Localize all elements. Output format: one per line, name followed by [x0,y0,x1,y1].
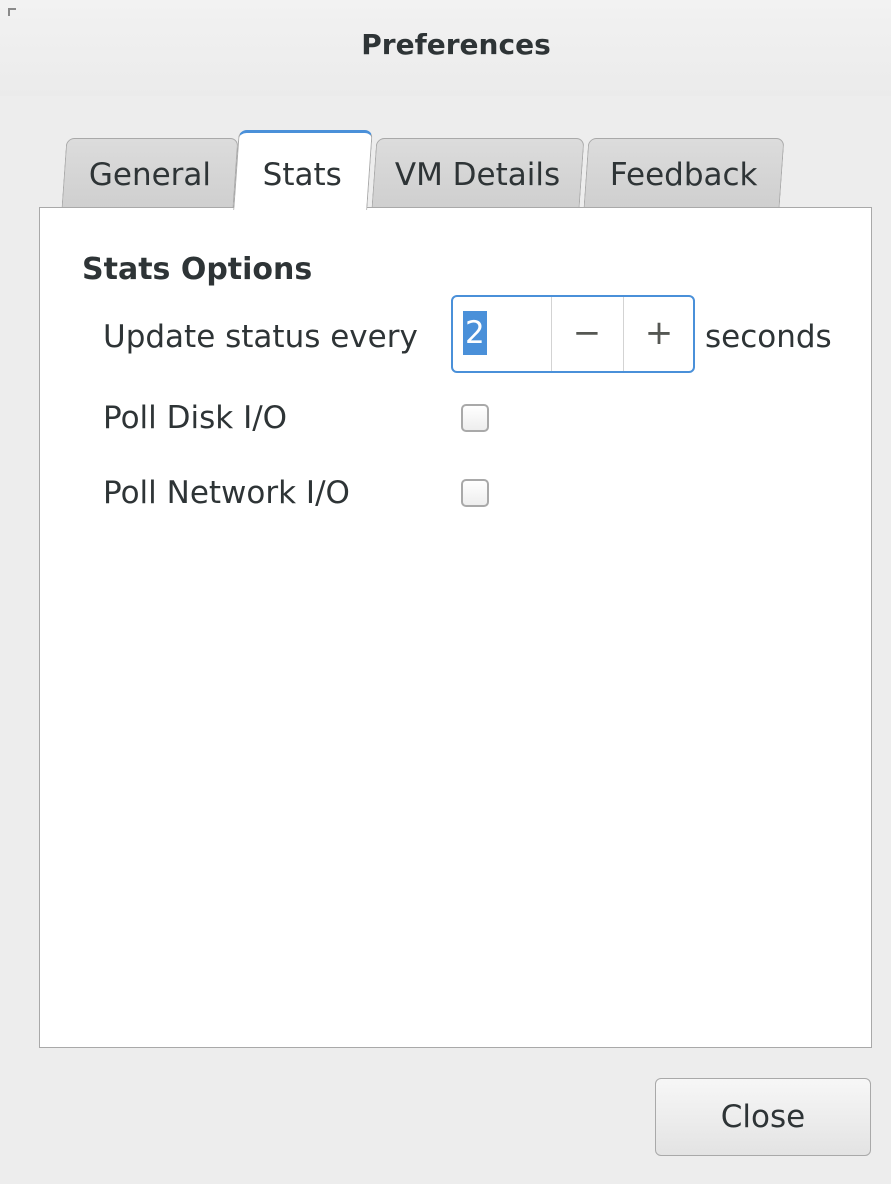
tab-feedback[interactable]: Feedback [583,138,785,208]
update-interval-value[interactable]: 2 [463,311,487,355]
update-interval-spinbutton[interactable]: 2 − + [451,295,695,373]
stats-page: Stats Options Update status every 2 − + … [39,207,872,1048]
dialog-title: Preferences [361,28,551,61]
tab-stats-label: Stats [263,157,343,193]
poll-network-label: Poll Network I/O [103,475,350,511]
poll-disk-checkbox[interactable] [461,404,489,432]
tab-vm-details-label: VM Details [395,157,561,193]
poll-network-checkbox[interactable] [461,479,489,507]
update-interval-unit: seconds [705,319,832,355]
tab-general[interactable]: General [61,138,239,208]
tab-stats[interactable]: Stats [233,130,373,210]
title-bar[interactable]: Preferences [0,0,891,96]
tab-feedback-label: Feedback [610,157,758,193]
tab-general-label: General [88,157,211,193]
increment-button[interactable]: + [624,297,694,371]
preferences-dialog: Preferences General Stats VM Details Fee… [0,0,891,1184]
section-title: Stats Options [82,252,313,287]
tab-vm-details[interactable]: VM Details [371,138,585,208]
resize-corner-icon [8,8,16,16]
poll-disk-label: Poll Disk I/O [103,400,288,436]
update-interval-label: Update status every [103,319,418,355]
decrement-button[interactable]: − [552,297,622,371]
close-button[interactable]: Close [655,1078,871,1156]
